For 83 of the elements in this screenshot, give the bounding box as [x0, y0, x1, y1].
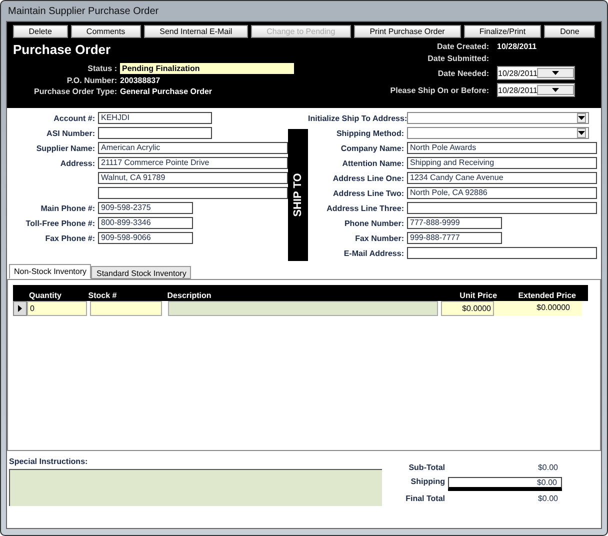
window-title: Maintain Supplier Purchase Order — [7, 4, 160, 18]
field-label: Supplier Name: — [35, 144, 95, 152]
field-label: Address Line Two: — [332, 188, 404, 198]
field-label: Shipping Method: — [335, 128, 404, 138]
column-header: Extended Price — [517, 291, 577, 300]
column-header: Description — [166, 291, 212, 300]
field-value: 10/28/2011 — [497, 42, 538, 51]
field-label: Date Needed: — [436, 68, 489, 78]
field-label: Main Phone #: — [40, 204, 95, 212]
tab[interactable]: Standard Stock Inventory — [91, 266, 192, 279]
special-instructions-field[interactable] — [9, 469, 382, 506]
total-label: Final Total — [404, 494, 445, 503]
field-label: Date Created: — [436, 42, 489, 51]
date-dropdown[interactable]: 10/28/2011 — [497, 83, 575, 97]
total-value: $0.00 — [536, 494, 559, 503]
field-label: Company Name: — [340, 144, 404, 152]
text-field[interactable]: North Pole Awards — [407, 142, 597, 154]
shipping-field[interactable]: $0.00 — [448, 477, 562, 489]
description-cell[interactable] — [168, 301, 438, 316]
text-field[interactable]: North Pole, CA 92886 — [407, 187, 597, 199]
column-header: Quantity — [28, 291, 62, 300]
toolbar-button[interactable]: Send Internal E-Mail — [144, 25, 248, 38]
field-label: Special Instructions: — [9, 457, 89, 466]
text-field[interactable]: 800-899-3346 — [98, 217, 193, 229]
column-header: Stock # — [87, 291, 118, 300]
text-field[interactable] — [407, 202, 597, 214]
column-header: Unit Price — [458, 291, 498, 300]
dropdown-field[interactable] — [407, 127, 589, 139]
dropdown-arrow-icon — [552, 88, 560, 92]
dropdown-field[interactable] — [407, 112, 589, 124]
text-field[interactable]: Shipping and Receiving — [407, 157, 597, 169]
toolbar-button[interactable]: Delete — [13, 25, 68, 38]
text-field[interactable]: 909-598-2375 — [98, 202, 193, 214]
text-field[interactable]: KEHJDI — [98, 112, 212, 124]
text-field[interactable]: Walnut, CA 91789 — [98, 172, 288, 184]
field-label: Address Line Three: — [326, 204, 404, 212]
field-label: Fax Phone #: — [44, 234, 95, 242]
toolbar-button[interactable]: Comments — [70, 25, 141, 38]
field-label: Attention Name: — [341, 158, 404, 168]
field-label: Address: — [59, 158, 95, 168]
field-label: Initialize Ship To Address: — [308, 114, 404, 122]
date-dropdown[interactable]: 10/28/2011 — [497, 66, 575, 80]
dropdown-arrow-icon — [552, 71, 560, 75]
toolbar-button[interactable]: Print Purchase Order — [354, 25, 461, 38]
total-value: $0.00 — [536, 463, 559, 472]
text-field[interactable]: 1234 Candy Cane Avenue — [407, 172, 597, 184]
field-label: ASI Number: — [46, 128, 95, 138]
field-label: Toll-Free Phone #: — [24, 218, 95, 228]
row-selector-icon[interactable] — [13, 301, 27, 316]
toolbar-button[interactable]: Finalize/Print — [464, 25, 542, 38]
field-value: General Purchase Order — [120, 87, 214, 96]
text-field[interactable]: 999-888-7777 — [407, 232, 502, 244]
stock-cell[interactable] — [90, 301, 162, 316]
toolbar-button[interactable]: Done — [544, 25, 596, 38]
dropdown-arrow-icon — [578, 131, 585, 135]
field-label: Please Ship On or Before: — [390, 86, 489, 94]
field-label: Purchase Order Type: — [33, 87, 117, 96]
dropdown-arrow-icon — [578, 116, 585, 120]
field-value: Pending Finalization — [120, 63, 294, 74]
extended-price-cell: $0.00000 — [494, 301, 582, 316]
field-label: Fax Number: — [354, 234, 404, 242]
field-label: Address Line One: — [332, 174, 404, 182]
text-field[interactable]: 21117 Commerce Pointe Drive — [98, 157, 288, 169]
unit-price-cell[interactable]: $0.0000 — [441, 301, 494, 316]
field-label: E-Mail Address: — [342, 248, 404, 258]
text-field[interactable] — [98, 187, 288, 199]
tab[interactable]: Non-Stock Inventory — [9, 264, 92, 279]
text-field[interactable]: 909-598-9066 — [98, 232, 193, 244]
field-value: 200388837 — [120, 76, 162, 85]
form-title: Purchase Order — [13, 42, 112, 57]
quantity-cell[interactable]: 0 — [27, 301, 87, 316]
field-label: Phone Number: — [343, 218, 404, 228]
total-label: Sub-Total — [408, 463, 445, 472]
text-field[interactable] — [407, 247, 597, 259]
field-label: Date Submitted: — [426, 54, 489, 63]
total-label: Shipping — [410, 477, 445, 488]
text-field[interactable] — [98, 127, 212, 139]
text-field[interactable]: American Acrylic — [98, 142, 288, 154]
field-label: Status : — [86, 64, 117, 73]
field-label: P.O. Number: — [66, 76, 117, 85]
ship-to-banner: SHIP TO — [288, 129, 308, 261]
field-label: Account #: — [52, 114, 95, 122]
text-field[interactable]: 777-888-9999 — [407, 217, 502, 229]
